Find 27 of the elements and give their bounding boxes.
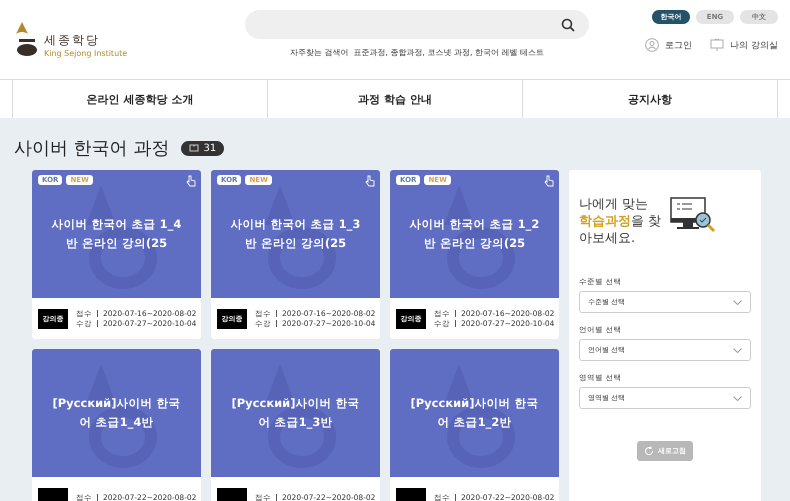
user-link[interactable]: 로그인 — [645, 38, 692, 52]
course-title: [Русский]사이버 한국어 초급1_3반 — [230, 395, 360, 431]
refresh-icon — [644, 446, 654, 456]
search-icon[interactable] — [561, 18, 575, 32]
chevron-down-icon — [733, 396, 742, 400]
search-field[interactable] — [245, 10, 589, 39]
course-title: 사이버 한국어 초급 1_4반 온라인 강의(25 — [50, 216, 182, 252]
user-link[interactable]: 나의 강의실 — [710, 38, 778, 52]
board-icon — [710, 38, 724, 52]
section-title: 사이버 한국어 과정 — [14, 137, 170, 160]
person-icon — [645, 38, 660, 52]
chevron-down-icon — [733, 300, 742, 304]
course-title: 사이버 한국어 초급 1_3반 온라인 강의(25 — [230, 216, 362, 252]
nav-item[interactable]: 온라인 세종학당 소개 — [12, 80, 267, 118]
popular-keywords[interactable]: 표준과정, 종합과정, 코스넷 과정, 한국어 레벨 테스트 — [353, 47, 544, 58]
logo-subtitle: King Sejong Institute — [44, 49, 128, 58]
logo-text: 세종학당 — [44, 32, 101, 49]
popular-label: 자주찾는 검색어 — [290, 47, 348, 58]
nav-item[interactable]: 공지사항 — [522, 80, 778, 118]
course-title: [Русский]사이버 한국어 초급1_2반 — [410, 395, 540, 431]
finder-heading: 나에게 맞는 학습과정을 찾아보세요. — [579, 196, 662, 247]
chevron-down-icon — [733, 348, 742, 352]
book-icon — [189, 144, 200, 152]
nav-item[interactable]: 과정 학습 안내 — [267, 80, 522, 118]
course-title: 사이버 한국어 초급 1_2반 온라인 강의(25 — [408, 216, 540, 252]
course-title: [Русский]사이버 한국어 초급1_4반 — [52, 395, 182, 431]
count-badge: 31 — [181, 140, 224, 156]
